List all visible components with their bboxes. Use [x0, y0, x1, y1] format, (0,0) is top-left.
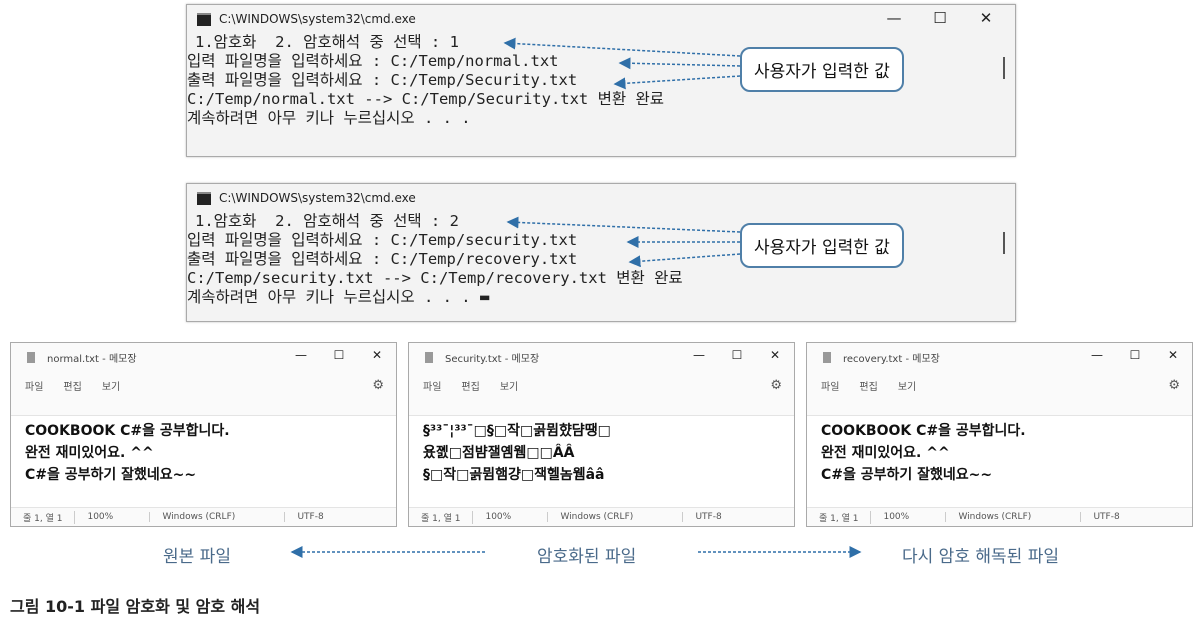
title-bar: Security.txt - 메모장 — ☐ ✕ [409, 343, 794, 371]
caption-encrypted: 암호화된 파일 [537, 547, 637, 567]
notepad-window: Security.txt - 메모장 — ☐ ✕ 파일 편집 보기 ⚙ §³³¯¦³³¯□… [408, 342, 795, 527]
menu-view[interactable]: 보기 [102, 378, 120, 393]
close-button[interactable]: ✕ [1154, 348, 1192, 362]
status-bar: 줄 1, 열 1 100% Windows (CRLF) UTF-8 [409, 508, 794, 526]
menu-edit[interactable]: 편집 [63, 378, 81, 393]
menu-edit[interactable]: 편집 [461, 378, 479, 393]
maximize-button[interactable]: ☐ [320, 348, 358, 362]
caption-decrypted: 다시 암호 해독된 파일 [902, 547, 1059, 567]
status-encoding: UTF-8 [1093, 512, 1120, 522]
text-line: 완전 재미있어요. ^^ [25, 445, 154, 461]
gear-icon[interactable]: ⚙ [1168, 378, 1180, 393]
menu-file[interactable]: 파일 [821, 378, 839, 393]
cmd-icon [197, 191, 211, 205]
text-line: 욨졠□점뱜잴옘웸□□ÂÂ [423, 445, 575, 461]
close-button[interactable]: ✕ [756, 348, 794, 362]
menu-edit[interactable]: 편집 [859, 378, 877, 393]
title-bar: recovery.txt - 메모장 — ☐ ✕ [807, 343, 1192, 371]
text-line: §□작□곩뮘햄걍□잭헬놈웸ââ [423, 467, 605, 483]
window-title: normal.txt - 메모장 [47, 353, 137, 365]
text-area[interactable]: §³³¯¦³³¯□§□작□곩뮘햤댬땡□ 욨졠□점뱜잴옘웸□□ÂÂ §□작□곩뮘햄걍□… [409, 415, 794, 508]
menu-bar: 파일 편집 보기 ⚙ [807, 371, 1192, 399]
status-line-ending: Windows (CRLF) [150, 512, 286, 522]
minimize-button[interactable]: — [282, 348, 320, 362]
window-title: Security.txt - 메모장 [445, 353, 540, 365]
minimize-button[interactable]: — [871, 9, 917, 27]
notepad-icon [823, 351, 831, 363]
status-bar: 줄 1, 열 1 100% Windows (CRLF) UTF-8 [807, 508, 1192, 526]
status-line-ending: Windows (CRLF) [946, 512, 1082, 522]
status-zoom: 100% [75, 512, 151, 522]
status-position: 줄 1, 열 1 [409, 510, 474, 524]
gear-icon[interactable]: ⚙ [770, 378, 782, 393]
console-line: 계속하려면 아무 키나 누르십시오 . . . [187, 109, 471, 127]
console-line: 계속하려면 아무 키나 누르십시오 . . . ▬ [187, 288, 490, 306]
status-bar: 줄 1, 열 1 100% Windows (CRLF) UTF-8 [11, 508, 396, 526]
menu-file[interactable]: 파일 [25, 378, 43, 393]
menu-view[interactable]: 보기 [500, 378, 518, 393]
status-position: 줄 1, 열 1 [11, 510, 76, 524]
status-line-ending: Windows (CRLF) [548, 512, 684, 522]
figure-caption: 그림 10-1 파일 암호화 및 암호 해석 [10, 597, 261, 616]
console-line: C:/Temp/normal.txt --> C:/Temp/Security.… [187, 90, 664, 108]
maximize-button[interactable]: ☐ [1116, 348, 1154, 362]
status-zoom: 100% [871, 512, 947, 522]
title-bar: normal.txt - 메모장 — ☐ ✕ [11, 343, 396, 371]
text-line: C#을 공부하기 잘했네요~~ [821, 467, 993, 483]
close-button[interactable]: ✕ [963, 9, 1009, 27]
maximize-button[interactable]: ☐ [917, 9, 963, 27]
status-zoom: 100% [473, 512, 549, 522]
title-bar: C:\WINDOWS\system32\cmd.exe [187, 184, 1015, 212]
title-bar: C:\WINDOWS\system32\cmd.exe — ☐ ✕ [187, 5, 1015, 33]
window-title: recovery.txt - 메모장 [843, 353, 940, 365]
text-line: §³³¯¦³³¯□§□작□곩뮘햤댬땡□ [423, 423, 611, 439]
window-title: C:\WINDOWS\system32\cmd.exe [219, 191, 416, 205]
callout-user-input: 사용자가 입력한 값 [740, 47, 904, 92]
text-area[interactable]: COOKBOOK C#을 공부합니다. 완전 재미있어요. ^^ C#을 공부하기 … [11, 415, 396, 508]
maximize-button[interactable]: ☐ [718, 348, 756, 362]
menu-file[interactable]: 파일 [423, 378, 441, 393]
status-encoding: UTF-8 [297, 512, 324, 522]
minimize-button[interactable]: — [1078, 348, 1116, 362]
text-line: COOKBOOK C#을 공부합니다. [821, 423, 1026, 439]
notepad-window: recovery.txt - 메모장 — ☐ ✕ 파일 편집 보기 ⚙ COOKBOOK … [806, 342, 1193, 527]
status-encoding: UTF-8 [695, 512, 722, 522]
gear-icon[interactable]: ⚙ [372, 378, 384, 393]
caption-original: 원본 파일 [163, 547, 231, 567]
status-position: 줄 1, 열 1 [807, 510, 872, 524]
close-button[interactable]: ✕ [358, 348, 396, 362]
text-line: COOKBOOK C#을 공부합니다. [25, 423, 230, 439]
text-line: C#을 공부하기 잘했네요~~ [25, 467, 197, 483]
notepad-icon [27, 351, 35, 363]
console-line: C:/Temp/security.txt --> C:/Temp/recover… [187, 269, 683, 287]
cmd-icon [197, 12, 211, 26]
menu-bar: 파일 편집 보기 ⚙ [409, 371, 794, 399]
minimize-button[interactable]: — [680, 348, 718, 362]
menu-bar: 파일 편집 보기 ⚙ [11, 371, 396, 399]
notepad-window: normal.txt - 메모장 — ☐ ✕ 파일 편집 보기 ⚙ COOKBOOK C#… [10, 342, 397, 527]
menu-view[interactable]: 보기 [898, 378, 916, 393]
notepad-icon [425, 351, 433, 363]
scrollbar[interactable] [1003, 57, 1005, 79]
text-area[interactable]: COOKBOOK C#을 공부합니다. 완전 재미있어요. ^^ C#을 공부하기 … [807, 415, 1192, 508]
window-title: C:\WINDOWS\system32\cmd.exe [219, 12, 416, 26]
scrollbar[interactable] [1003, 232, 1005, 254]
text-line: 완전 재미있어요. ^^ [821, 445, 950, 461]
callout-user-input: 사용자가 입력한 값 [740, 223, 904, 268]
